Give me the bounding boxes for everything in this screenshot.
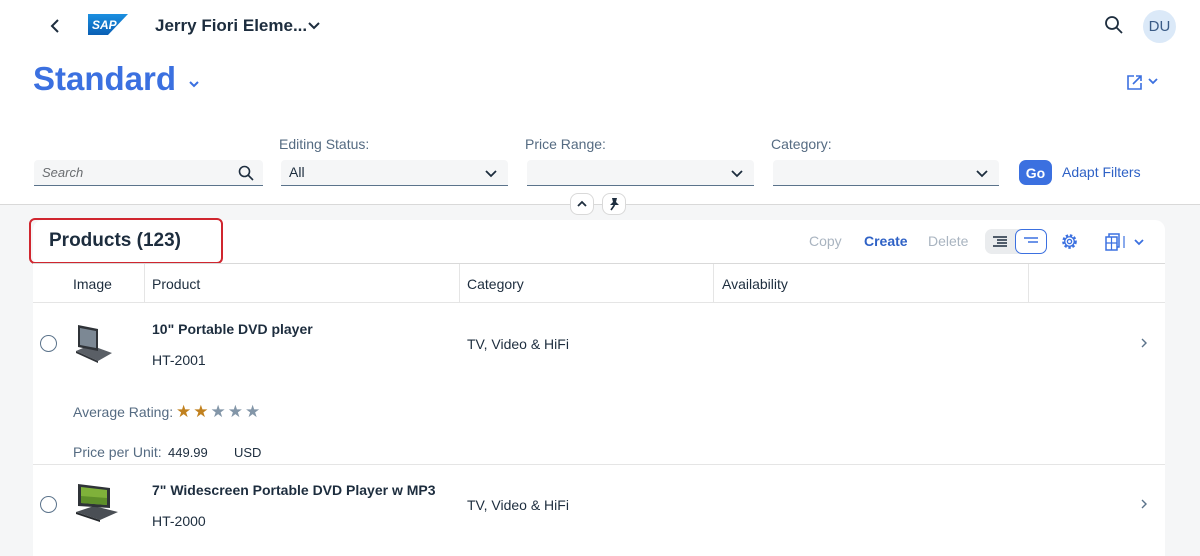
svg-text:SAP: SAP (92, 18, 118, 32)
chevron-down-icon (976, 170, 988, 178)
variant-title[interactable]: Standard (33, 60, 176, 98)
chevron-down-icon[interactable] (304, 15, 324, 35)
star-filled-icon: ★ (176, 402, 192, 421)
column-separator (1028, 264, 1029, 302)
chevron-down-icon (731, 170, 743, 178)
chevron-up-icon (577, 200, 587, 207)
search-icon[interactable] (237, 164, 255, 182)
product-name[interactable]: 10" Portable DVD player (152, 321, 313, 337)
search-input[interactable]: Search (34, 160, 263, 186)
category-label: Category: (771, 136, 832, 152)
table-header-top-border (33, 263, 1165, 264)
row-navigation-chevron-icon[interactable] (1138, 336, 1150, 350)
star-empty-icon: ★ (210, 402, 226, 421)
column-header-availability[interactable]: Availability (722, 276, 788, 292)
column-header-category[interactable]: Category (467, 276, 524, 292)
editing-status-label: Editing Status: (279, 136, 370, 152)
copy-button[interactable]: Copy (809, 233, 842, 249)
share-icon[interactable] (1122, 70, 1164, 94)
column-separator (459, 264, 460, 302)
column-header-image[interactable]: Image (73, 276, 112, 292)
price-per-unit-label: Price per Unit: (73, 444, 162, 460)
column-header-product[interactable]: Product (152, 276, 200, 292)
header-divider (0, 204, 1200, 205)
product-category: TV, Video & HiFi (467, 336, 569, 352)
list-expand-icon (993, 235, 1007, 247)
product-image-dvd-player (76, 325, 112, 363)
go-button[interactable]: Go (1019, 160, 1052, 185)
search-icon[interactable] (1103, 14, 1125, 36)
chevron-down-icon (485, 170, 497, 178)
star-empty-icon: ★ (227, 402, 243, 421)
price-range-label: Price Range: (525, 136, 606, 152)
price-value: 449.99 (168, 445, 208, 460)
row-navigation-chevron-icon[interactable] (1138, 497, 1150, 511)
variant-chevron-down-icon[interactable] (185, 75, 203, 93)
row-select-radio[interactable] (40, 335, 57, 352)
row-separator (33, 464, 1165, 465)
star-empty-icon: ★ (245, 402, 261, 421)
editing-status-select[interactable]: All (281, 160, 508, 186)
star-filled-icon: ★ (193, 402, 209, 421)
average-rating-label: Average Rating: (73, 404, 174, 420)
collapse-rows-button[interactable] (1015, 229, 1047, 254)
collapse-header-button[interactable] (570, 193, 594, 215)
category-select[interactable] (773, 160, 999, 186)
editing-status-value: All (289, 164, 305, 180)
search-placeholder: Search (42, 165, 84, 180)
currency-value: USD (234, 445, 262, 460)
price-range-select[interactable] (527, 160, 754, 186)
export-spreadsheet-icon[interactable] (1101, 231, 1151, 253)
column-separator (713, 264, 714, 302)
column-separator (144, 264, 145, 302)
adapt-filters-button[interactable]: Adapt Filters (1062, 164, 1141, 180)
create-button[interactable]: Create (864, 233, 908, 249)
rating-stars: ★ ★ ★ ★ ★ (176, 403, 260, 420)
list-collapse-icon (1024, 236, 1038, 243)
table-header-bottom-border (33, 302, 1165, 303)
product-image-widescreen-dvd-player (76, 484, 118, 522)
expand-rows-button[interactable] (985, 229, 1015, 254)
back-icon[interactable] (44, 14, 68, 38)
title-highlight-box (29, 218, 223, 264)
table-card (33, 220, 1165, 556)
product-id: HT-2001 (152, 352, 206, 368)
delete-button[interactable]: Delete (928, 233, 968, 249)
app-title[interactable]: Jerry Fiori Eleme... (155, 16, 307, 36)
product-id: HT-2000 (152, 513, 206, 529)
sap-logo: SAP (88, 14, 128, 35)
gear-icon[interactable] (1060, 232, 1079, 251)
pin-header-button[interactable] (602, 193, 626, 215)
user-avatar[interactable]: DU (1143, 10, 1176, 43)
product-name[interactable]: 7" Widescreen Portable DVD Player w MP3 (152, 482, 436, 498)
product-category: TV, Video & HiFi (467, 497, 569, 513)
row-select-radio[interactable] (40, 496, 57, 513)
pin-icon (610, 198, 619, 211)
